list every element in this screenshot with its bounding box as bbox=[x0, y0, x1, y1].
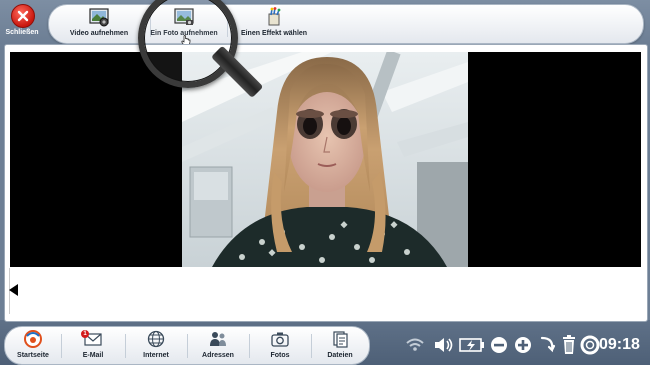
nav-divider bbox=[61, 334, 62, 358]
nav-addresses[interactable]: Adressen bbox=[189, 330, 247, 362]
webcam-image bbox=[182, 52, 468, 267]
video-record-icon bbox=[88, 7, 110, 27]
clock: 09:18 bbox=[599, 336, 640, 353]
nav-divider bbox=[125, 334, 126, 358]
help-lifebuoy-icon[interactable] bbox=[580, 334, 600, 356]
nav-files-label: Dateien bbox=[327, 352, 353, 359]
zoom-in-icon[interactable] bbox=[513, 334, 533, 356]
nav-divider bbox=[187, 334, 188, 358]
camera-icon bbox=[270, 330, 290, 348]
nav-internet[interactable]: Internet bbox=[127, 330, 185, 362]
nav-addresses-label: Adressen bbox=[202, 352, 234, 359]
record-video-label: Video aufnehmen bbox=[69, 30, 129, 37]
close-label: Schließen bbox=[5, 29, 39, 36]
nav-files[interactable]: Dateien bbox=[313, 330, 367, 362]
magic-effect-icon bbox=[263, 7, 285, 27]
bottom-nav: Startseite 1 E-Mail Internet Adressen Fo… bbox=[4, 326, 370, 365]
nav-email-label: E-Mail bbox=[82, 352, 104, 359]
home-logo-icon bbox=[23, 330, 43, 348]
wifi-icon[interactable] bbox=[405, 334, 425, 356]
record-video-button[interactable]: Video aufnehmen bbox=[49, 7, 149, 41]
back-arrow-icon[interactable] bbox=[538, 334, 556, 356]
nav-photos[interactable]: Fotos bbox=[251, 330, 309, 362]
zoom-out-icon[interactable] bbox=[489, 334, 509, 356]
globe-icon bbox=[146, 330, 166, 348]
contacts-icon bbox=[208, 330, 228, 348]
close-button[interactable]: Schließen bbox=[2, 2, 42, 42]
nav-divider bbox=[311, 334, 312, 358]
trash-icon[interactable] bbox=[560, 334, 578, 356]
nav-home-label: Startseite bbox=[17, 352, 49, 359]
nav-home[interactable]: Startseite bbox=[7, 330, 59, 362]
choose-effect-button[interactable]: Einen Effekt wählen bbox=[229, 7, 319, 41]
battery-charging-icon[interactable] bbox=[459, 334, 485, 356]
email-badge: 1 bbox=[81, 330, 89, 338]
nav-divider bbox=[249, 334, 250, 358]
timeline-playhead[interactable] bbox=[9, 284, 18, 296]
nav-photos-label: Fotos bbox=[270, 352, 290, 359]
nav-email[interactable]: 1 E-Mail bbox=[63, 330, 123, 362]
choose-effect-label: Einen Effekt wählen bbox=[240, 30, 308, 37]
volume-icon[interactable] bbox=[433, 334, 455, 356]
nav-internet-label: Internet bbox=[143, 352, 169, 359]
files-icon bbox=[330, 330, 350, 348]
close-icon bbox=[11, 4, 35, 28]
